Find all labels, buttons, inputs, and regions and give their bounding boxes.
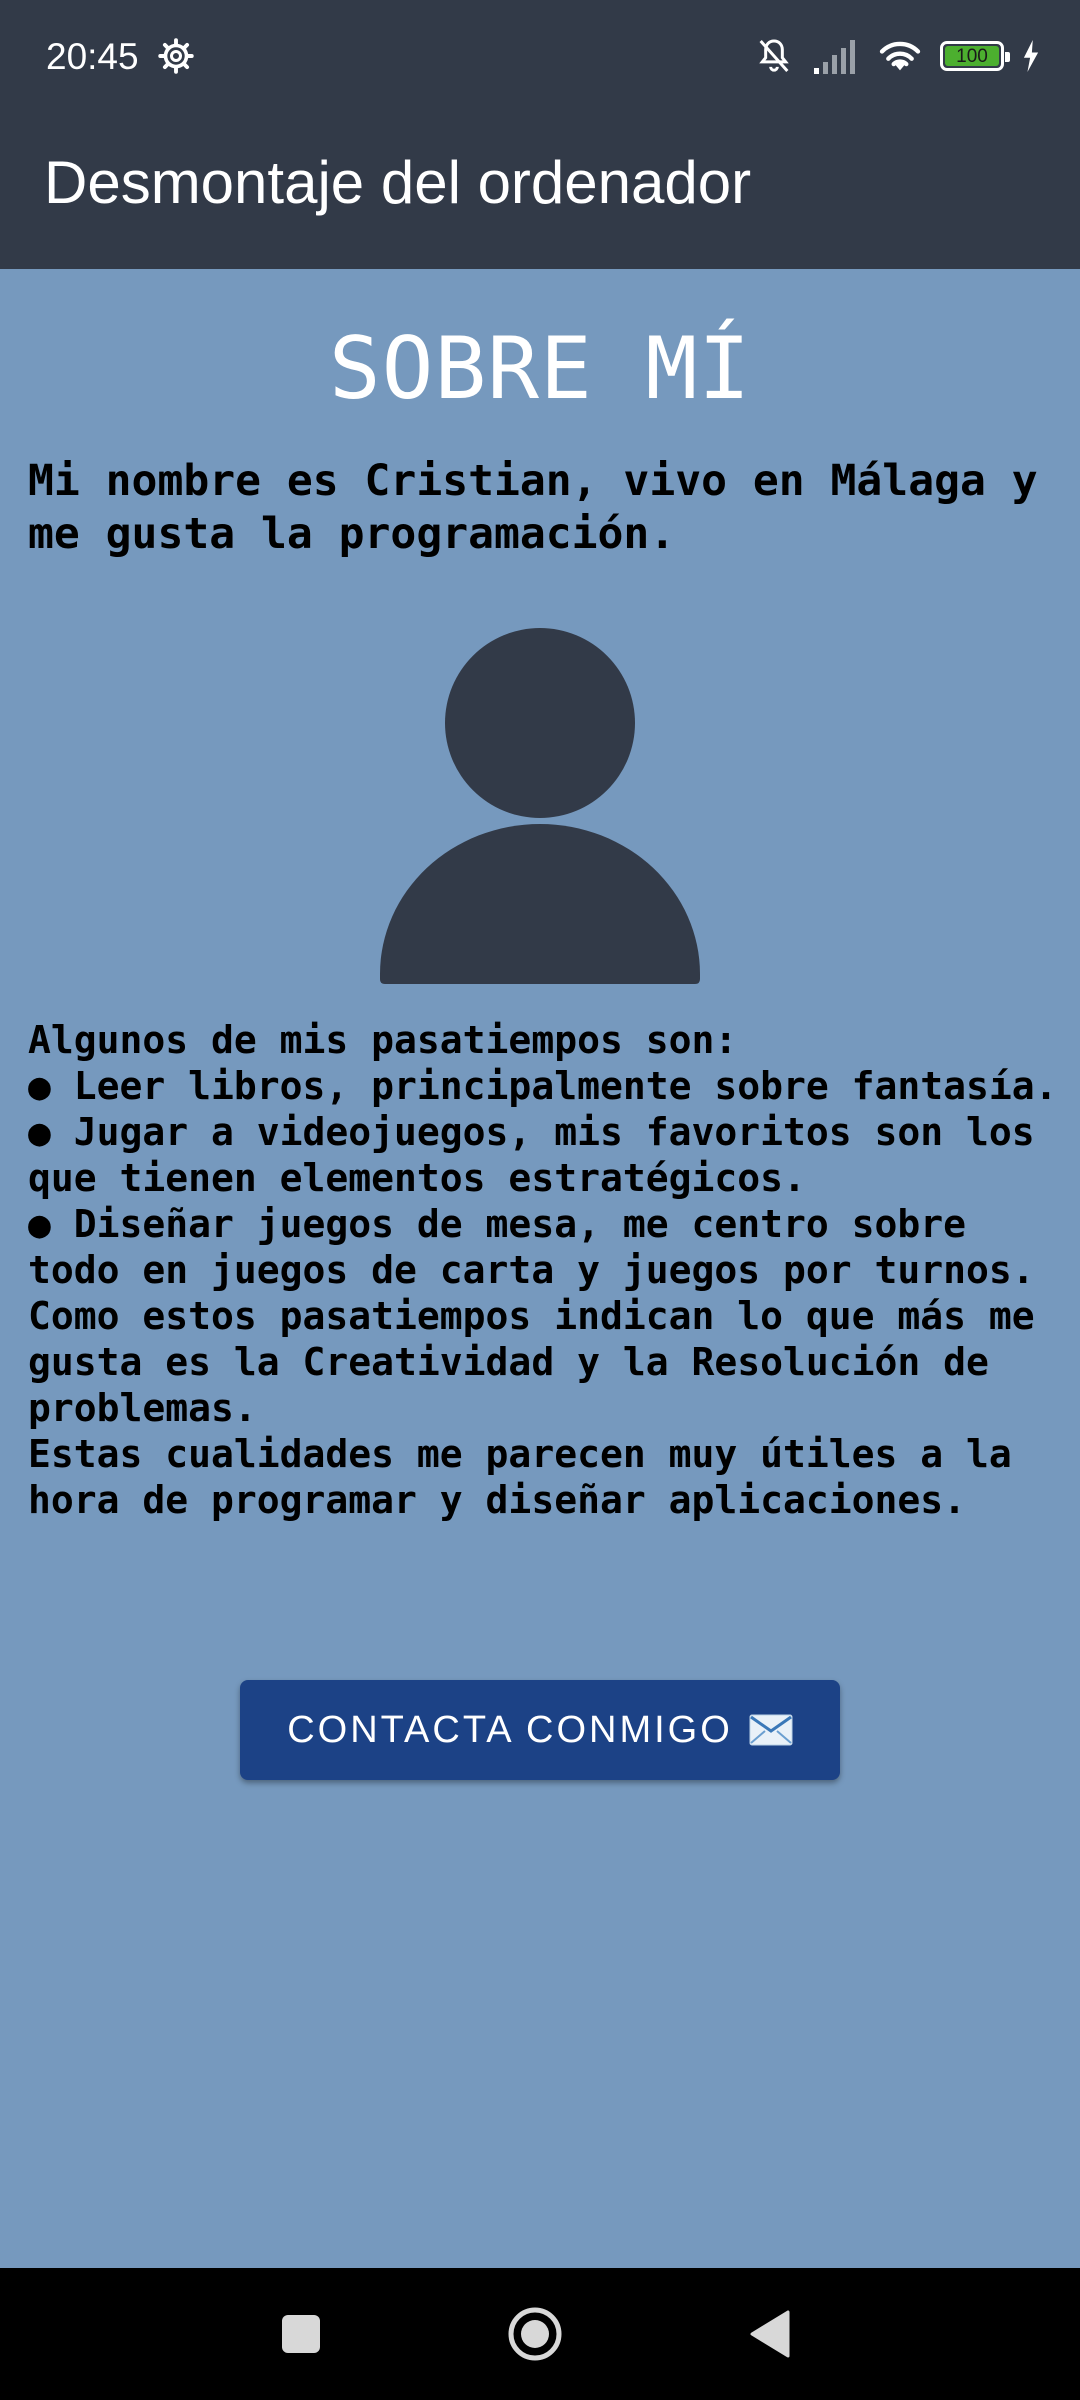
intro-text: Mi nombre es Cristian, vivo en Málaga y … (28, 456, 1038, 559)
page-title: SOBRE MÍ (328, 319, 752, 419)
app-bar: Desmontaje del ordenador (0, 114, 1080, 269)
home-button[interactable] (505, 2304, 565, 2364)
wifi-icon (879, 41, 921, 71)
status-time: 20:45 (46, 36, 139, 77)
bell-off-icon (759, 39, 789, 72)
back-button[interactable] (742, 2304, 802, 2364)
recents-button[interactable] (271, 2304, 331, 2364)
battery-level: 100 (945, 46, 999, 66)
signal-icon (814, 40, 855, 74)
app-title: Desmontaje del ordenador (44, 149, 752, 216)
charging-icon (1023, 40, 1039, 72)
hobbies-text: Algunos de mis pasatiempos son: ● Leer l… (28, 1018, 1058, 1522)
avatar-icon (380, 628, 700, 984)
contact-button-label: CONTACTA CONMIGO (287, 1708, 733, 1751)
status-icons: 100 (754, 36, 1040, 76)
gear-icon (158, 38, 194, 74)
envelope-icon (749, 1714, 793, 1746)
about-me-content: SOBRE MÍ Mi nombre es Cristian, vivo en … (0, 269, 1080, 2268)
navigation-bar (0, 2268, 1080, 2400)
contact-button[interactable]: CONTACTA CONMIGO (240, 1680, 840, 1780)
battery-icon: 100 (940, 41, 1010, 71)
status-bar: 20:45 100 (0, 0, 1080, 114)
